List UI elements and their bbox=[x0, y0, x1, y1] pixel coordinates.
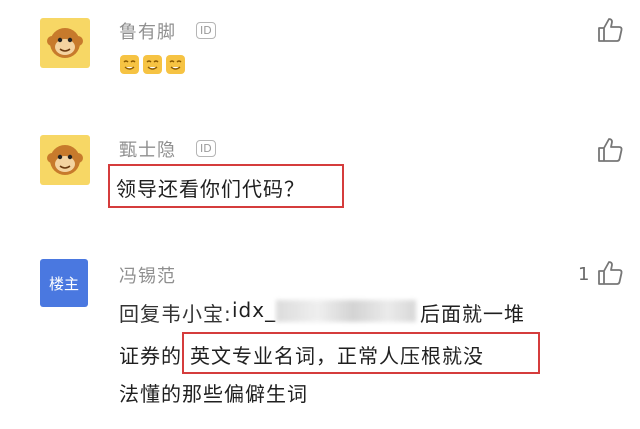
reply-line3: 法懂的那些偏僻生词 bbox=[119, 382, 308, 406]
face-emoji-icon bbox=[166, 55, 185, 74]
thumbs-up-icon[interactable] bbox=[596, 136, 624, 164]
reply-line2-highlighted: 英文专业名词，正常人压根就没 bbox=[190, 344, 484, 368]
reply-prefix: 回复韦小宝: bbox=[119, 302, 232, 326]
reply-visible-fragment: idx_ bbox=[232, 298, 277, 322]
monkey-avatar-icon[interactable] bbox=[40, 135, 90, 185]
id-badge-icon: ID bbox=[196, 22, 216, 39]
reply-line1-suffix: 后面就一堆 bbox=[420, 302, 525, 326]
face-emoji-icon bbox=[143, 55, 162, 74]
comment-author-name[interactable]: 鲁有脚 bbox=[119, 18, 176, 44]
like-count: 1 bbox=[578, 264, 590, 285]
id-badge-icon: ID bbox=[196, 140, 216, 157]
comment-body: 领导还看你们代码？ bbox=[116, 177, 305, 201]
thumbs-up-icon[interactable] bbox=[596, 259, 624, 287]
comment-emoji-row bbox=[119, 54, 186, 75]
redacted-text bbox=[276, 300, 416, 322]
face-emoji-icon bbox=[120, 55, 139, 74]
reply-line2-start: 证券的 bbox=[119, 344, 182, 368]
comment-author-name[interactable]: 冯锡范 bbox=[119, 262, 176, 288]
monkey-avatar-icon[interactable] bbox=[40, 18, 90, 68]
thumbs-up-icon[interactable] bbox=[596, 16, 624, 44]
comment-author-name[interactable]: 甄士隐 bbox=[119, 136, 176, 162]
host-badge-avatar[interactable]: 楼主 bbox=[40, 259, 88, 307]
